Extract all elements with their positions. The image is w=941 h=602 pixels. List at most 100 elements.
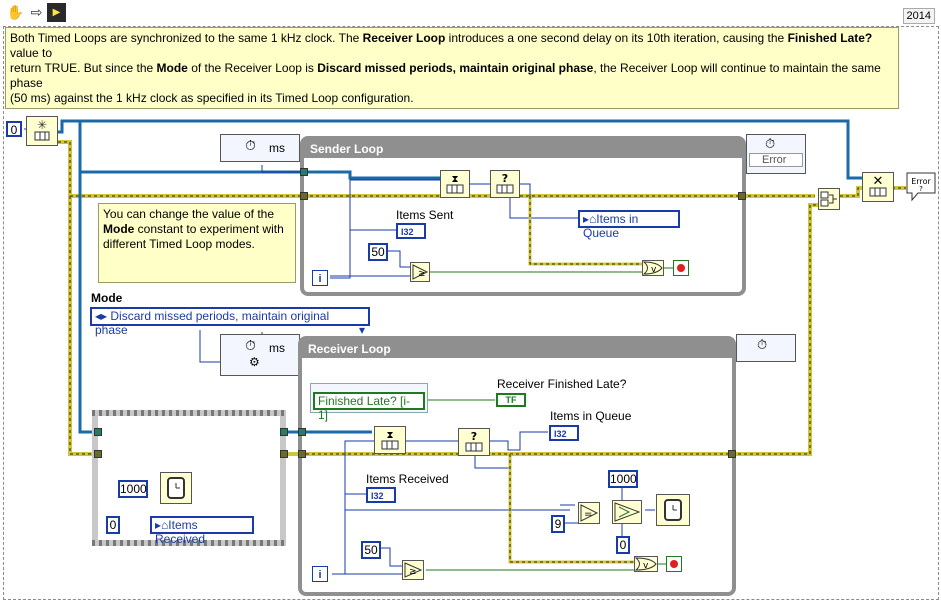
wait-icon [664,499,682,521]
tunnel [94,450,102,458]
left-data-node[interactable]: Finished Late? [i-1] [310,383,428,422]
const-nine[interactable]: 9 [551,515,565,533]
items-in-queue-local[interactable]: ▸⌂Items in Queue [578,210,680,240]
note-line: Mode constant to experiment with [103,222,291,237]
items-sent-indicator: I32 [396,223,426,239]
clock-icon: ⏱ [245,137,256,153]
timing-unit: ms [269,341,285,355]
queue-status-node[interactable]: ? [490,170,520,198]
sequence-film-top [92,410,286,416]
items-sent-label: Items Sent [396,208,454,222]
items-in-queue-indicator: I32 [549,425,579,441]
or-icon: v [634,557,657,571]
note-text: constant to experiment with [134,222,284,236]
svg-text:✕: ✕ [873,174,884,189]
or-node[interactable]: v [642,260,664,276]
items-received-local[interactable]: ▸⌂Items Received [150,516,254,546]
svg-text:?: ? [919,185,923,193]
svg-text:?: ? [502,172,508,185]
svg-text:⧗: ⧗ [451,174,458,185]
error-bubble-icon: Error ? [906,172,936,202]
clock-icon: ⏱ [757,337,768,352]
svg-text:✳: ✳ [37,118,47,132]
const-zero[interactable]: 0 [106,516,120,534]
select-node[interactable] [612,500,642,524]
note-line: You can change the value of the [103,207,291,222]
tunnel [300,192,308,200]
wait-ms-node[interactable] [160,472,192,504]
svg-text:v: v [643,561,649,571]
const-thousand[interactable]: 1000 [608,470,638,488]
timing-unit: ms [269,141,285,155]
queue-status-icon: ? [496,172,514,194]
const-thousand[interactable]: 1000 [118,480,148,498]
or-node[interactable]: v [634,556,658,572]
stop-condition[interactable] [673,260,689,276]
const-zero[interactable]: 0 [616,536,630,554]
local-variable-icon: ▸⌂ [583,212,597,226]
mode-label: Mode [91,291,123,305]
error-handler-node[interactable]: Error ? [904,170,938,202]
dequeue-icon: ⧗ [381,430,399,450]
finished-late-label: Receiver Finished Late? [497,377,627,391]
iteration-terminal: i [312,566,328,582]
note-text: different Timed Loop modes. [103,237,255,251]
sender-timing-input[interactable]: ⏱ ms [220,134,300,162]
note-line: different Timed Loop modes. [103,237,291,252]
tunnel [298,428,306,436]
items-received-indicator: I32 [366,487,396,503]
equal-icon: = [580,504,599,522]
greater-equal-node[interactable]: ≥ [402,560,424,580]
merge-errors-node[interactable] [818,188,840,210]
note-mode-text: You can change the value of the Mode cons… [103,207,291,252]
finished-late-indicator: TF [496,393,526,407]
items-in-queue-label: Items in Queue [550,409,632,423]
receiver-error-output[interactable]: ⏱ [736,334,796,362]
enqueue-icon: ⧗ [446,174,464,194]
queue-status-node[interactable]: ? [458,428,490,456]
stop-condition[interactable] [666,556,682,572]
receiver-loop-title: Receiver Loop [302,340,732,358]
wait-icon [167,477,185,499]
wait-ms-node[interactable] [656,494,690,526]
stop-icon [670,560,678,568]
note-bold-text: Mode [103,222,135,236]
release-queue-icon: ✕ [869,174,887,197]
greater-equal-node[interactable]: ≥ [410,262,430,282]
note-mode: You can change the value of the Mode cons… [98,203,296,283]
tunnel [94,428,102,436]
dequeue-node[interactable]: ⧗ [374,426,406,454]
local-variable-icon: ▸⌂ [155,518,169,532]
merge-errors-icon [820,191,837,207]
receiver-timing-input[interactable]: ⏱ ms ⚙ [220,334,300,376]
tunnel [738,192,746,200]
obtain-queue-icon: ✳ [34,118,50,141]
svg-text:=: = [584,509,592,520]
note-text: You can change the value of the [103,207,275,221]
mode-constant[interactable]: ◂▸ Discard missed periods, maintain orig… [90,307,370,337]
svg-text:⧗: ⧗ [386,430,393,441]
const-fifty[interactable]: 50 [368,243,388,261]
items-received-label: Items Received [366,472,449,486]
stop-icon [677,264,685,272]
finished-late-node: Finished Late? [i-1] [313,392,425,422]
release-queue-node[interactable]: ✕ [862,172,894,202]
iteration-terminal: i [312,270,328,286]
select-icon [614,502,641,522]
enqueue-node[interactable]: ⧗ [440,170,470,198]
greater-equal-icon: ≥ [404,562,423,578]
svg-text:≥: ≥ [409,567,417,577]
error-output-label: Error [749,153,803,167]
obtain-queue-node[interactable]: ✳ [26,116,58,146]
tunnel [298,450,306,458]
svg-text:?: ? [471,430,477,443]
equal-node[interactable]: = [578,502,600,524]
const-zero[interactable]: 0 [6,121,22,137]
queue-status-icon: ? [465,430,483,452]
sender-error-output[interactable]: ⏱ Error [746,134,806,174]
const-fifty[interactable]: 50 [361,541,381,559]
mode-input-icon: ⚙ [249,355,260,369]
tunnel [728,450,736,458]
clock-icon: ⏱ [245,337,256,353]
sender-loop-title: Sender Loop [304,140,742,158]
